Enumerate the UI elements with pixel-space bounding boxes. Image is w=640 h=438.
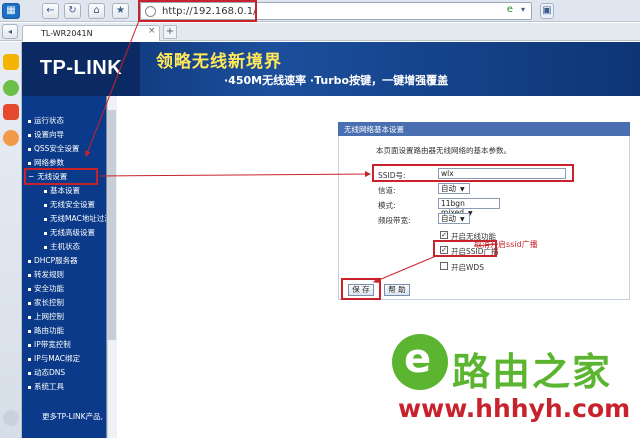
watermark-name: 路由之家	[452, 350, 613, 394]
watermark-logo-glyph: e	[404, 336, 432, 382]
watermark-url: www.hhhyh.com	[398, 394, 631, 423]
